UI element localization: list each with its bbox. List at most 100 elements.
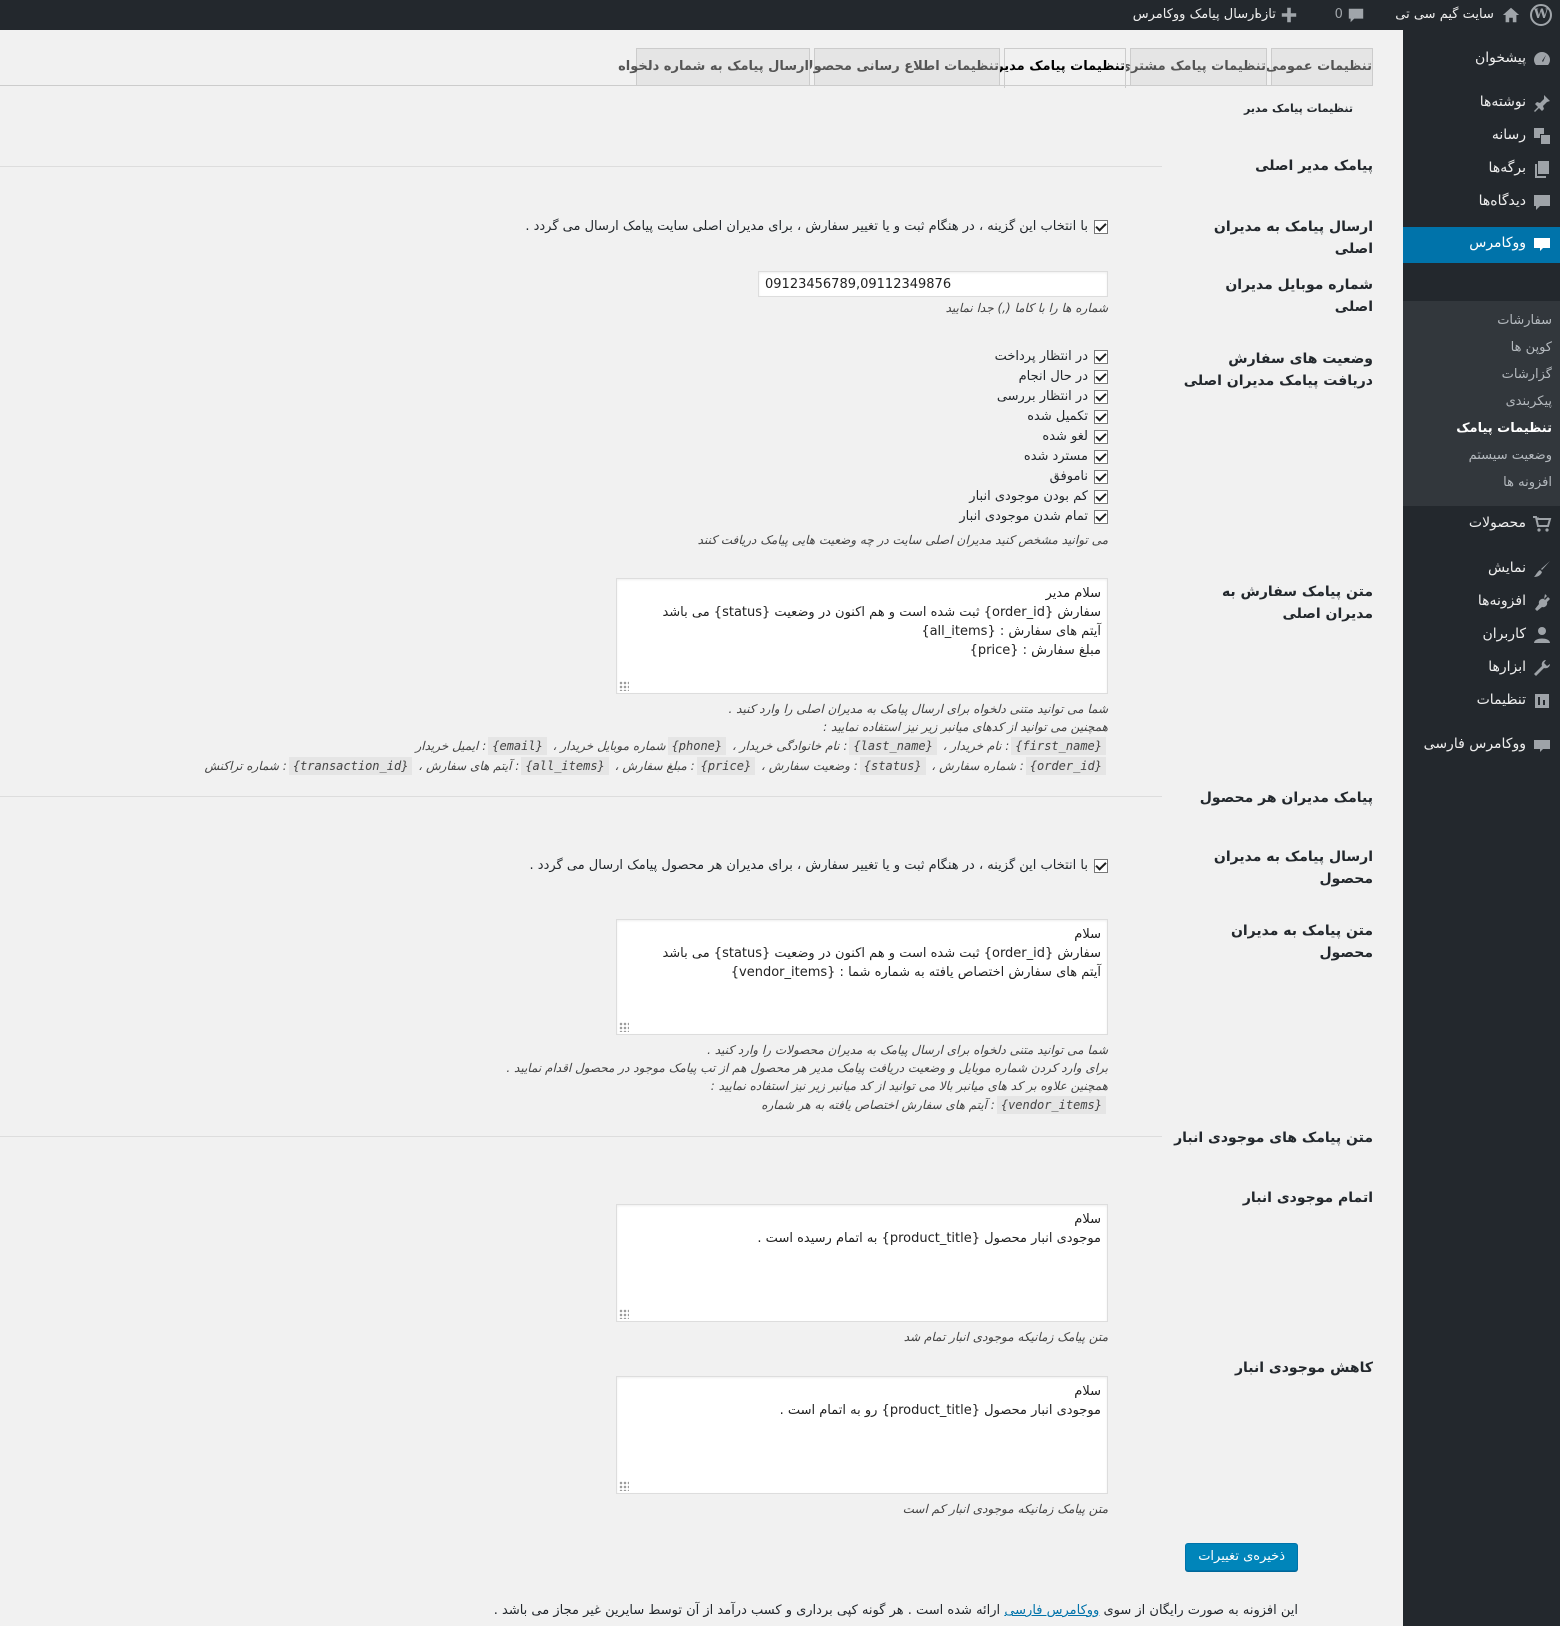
main-admin-text-textarea[interactable]: سلام مدیر سفارش {order_id} ثبت شده است و… — [616, 578, 1108, 694]
tab-customer-sms[interactable]: تنظیمات پیامک مشتری — [1119, 48, 1267, 86]
status-checkbox[interactable] — [1094, 429, 1108, 444]
submenu-extensions[interactable]: افزونه ها — [1503, 475, 1552, 490]
resize-handle[interactable] — [619, 1309, 629, 1319]
woocommerce-persian-link[interactable]: ووکامرس فارسی — [1004, 1603, 1099, 1618]
stock-out-textarea[interactable]: سلام موجودی انبار محصول {product_title} … — [616, 1204, 1108, 1322]
product-admin-help: شما می توانید متنی دلخواه برای ارسال پیا… — [707, 1043, 1108, 1057]
submenu-coupons[interactable]: کوپن ها — [1511, 340, 1552, 355]
status-checkbox[interactable] — [1094, 389, 1108, 404]
submenu-config[interactable]: پیکربندی — [1506, 394, 1552, 409]
save-button[interactable]: ذخیره‌ی تغییرات — [1185, 1543, 1298, 1571]
send-product-admin-checkbox[interactable] — [1094, 858, 1108, 873]
product-admin-text-label: متن پیامک به مدیران محصول — [1230, 923, 1373, 961]
status-option: تکمیل شده — [1027, 407, 1108, 427]
plus-icon — [1281, 7, 1297, 22]
new-content-link[interactable]: تازه — [1255, 0, 1298, 30]
submenu-reports[interactable]: گزارشات — [1502, 367, 1552, 382]
menu-pages[interactable]: برگه‌ها — [1403, 152, 1560, 186]
menu-tools[interactable]: ابزارها — [1403, 651, 1560, 685]
menu-appearance[interactable]: نمایش — [1403, 552, 1560, 586]
status-option: ناموفق — [1050, 467, 1108, 487]
status-help-text: می توانید مشخص کنید مدیران اصلی سایت در … — [697, 533, 1108, 547]
media-icon — [1534, 128, 1550, 144]
status-option: در انتظار پرداخت — [995, 347, 1108, 367]
comments-link[interactable]: 0 — [1335, 0, 1365, 30]
woo-fa-icon — [1534, 740, 1550, 752]
status-checkbox[interactable] — [1094, 409, 1108, 424]
resize-handle[interactable] — [619, 681, 629, 691]
product-admin-text-textarea[interactable]: سلام سفارش {order_id} ثبت شده است و هم ا… — [616, 919, 1108, 1035]
stock-section-title: متن پیامک های موجودی انبار — [1174, 1130, 1373, 1146]
shortcodes-line: {order_id}: شماره سفارش ، {status}: وضعی… — [204, 756, 1108, 776]
tab-general[interactable]: تنظیمات عمومی — [1266, 48, 1373, 86]
menu-woocommerce[interactable]: ووکامرس — [1395, 227, 1560, 263]
wordpress-logo-icon[interactable]: W — [1530, 4, 1552, 26]
page-title: تنظیمات پیامک مدیر — [1243, 102, 1353, 115]
status-checkbox[interactable] — [1094, 489, 1108, 504]
section-divider — [0, 166, 1162, 167]
shortcode: {last_name} — [849, 737, 937, 755]
home-icon — [1502, 7, 1520, 22]
main-content: تنظیمات عمومی تنظیمات پیامک مشتری تنظیما… — [0, 30, 1403, 1626]
status-checkbox[interactable] — [1094, 369, 1108, 384]
status-checkbox[interactable] — [1094, 449, 1108, 464]
resize-handle[interactable] — [619, 1022, 629, 1032]
menu-media[interactable]: رسانه — [1403, 119, 1560, 153]
pin-icon — [1534, 95, 1550, 112]
section-divider — [0, 796, 1162, 797]
product-admin-section-title: پیامک مدیران هر محصول — [1199, 790, 1373, 806]
send-product-admin-row: با انتخاب این گزینه ، در هنگام ثبت و یا … — [530, 856, 1108, 876]
menu-users[interactable]: کاربران — [1403, 618, 1560, 652]
menu-posts[interactable]: نوشته‌ها — [1403, 86, 1560, 120]
submenu-system-status[interactable]: وضعیت سیستم — [1469, 448, 1552, 463]
send-main-admin-label: ارسال پیامک به مدیران اصلی — [1213, 219, 1373, 257]
main-admin-mobile-label: شماره موبایل مدیران اصلی — [1225, 277, 1373, 315]
status-checkbox[interactable] — [1094, 349, 1108, 364]
status-option: کم بودن موجودی انبار — [969, 487, 1108, 507]
send-main-admin-row: با انتخاب این گزینه ، در هنگام ثبت و یا … — [525, 217, 1108, 237]
tab-custom-number[interactable]: ارسال پیامک به شماره دلخواه — [618, 48, 810, 86]
stock-out-help: متن پیامک زمانیکه موجودی انبار تمام شد — [903, 1330, 1108, 1344]
status-checkbox[interactable] — [1094, 509, 1108, 524]
send-product-admin-label: ارسال پیامک به مدیران محصول — [1213, 849, 1373, 887]
stock-low-label: کاهش موجودی انبار — [1234, 1360, 1373, 1376]
status-checkbox[interactable] — [1094, 469, 1108, 484]
shortcode: {price} — [696, 757, 756, 775]
shortcodes-intro: همچنین می توانید از کدهای میانبر زیر نیز… — [823, 720, 1108, 734]
menu-woocommerce-persian[interactable]: ووکامرس فارسی — [1403, 728, 1560, 762]
wrench-icon — [1534, 660, 1550, 676]
user-icon — [1534, 627, 1550, 643]
comment-bubble-icon — [1348, 8, 1364, 22]
plugin-icon — [1535, 594, 1550, 611]
resize-handle[interactable] — [619, 1481, 629, 1491]
stock-low-textarea[interactable]: سلام موجودی انبار محصول {product_title} … — [616, 1376, 1108, 1494]
stock-out-label: اتمام موجودی انبار — [1242, 1190, 1373, 1206]
shortcode: {phone} — [667, 737, 727, 755]
pages-icon — [1535, 161, 1549, 178]
mobile-help-text: شماره ها را با کاما (,) جدا نمایید — [945, 301, 1108, 315]
menu-products[interactable]: محصولات — [1403, 507, 1560, 541]
main-admin-mobile-input[interactable] — [758, 271, 1108, 297]
plugin-adminbar-link[interactable]: ارسال پیامک ووکامرس — [1133, 0, 1258, 30]
menu-comments[interactable]: دیدگاه‌ها — [1403, 185, 1560, 219]
send-main-admin-checkbox[interactable] — [1094, 219, 1108, 234]
shortcode: {order_id} — [1025, 757, 1106, 775]
submenu-orders[interactable]: سفارشات — [1497, 313, 1552, 328]
tab-product-notify[interactable]: تنظیمات اطلاع رسانی محصولات — [791, 48, 1000, 86]
shortcode: {status} — [859, 757, 926, 775]
menu-settings[interactable]: تنظیمات — [1403, 684, 1560, 718]
brush-icon — [1534, 561, 1550, 577]
status-option: در حال انجام — [1019, 367, 1108, 387]
main-admin-section-title: پیامک مدیر اصلی — [1255, 158, 1373, 174]
submenu-sms-settings[interactable]: تنظیمات پیامک — [1456, 421, 1552, 436]
woo-icon — [1534, 238, 1550, 251]
menu-plugins[interactable]: افزونه‌ها — [1403, 585, 1560, 619]
tab-admin-sms[interactable]: تنظیمات پیامک مدیر — [996, 48, 1126, 88]
main-admin-text-label: متن پیامک سفارش به مدیران اصلی — [1221, 584, 1373, 622]
menu-dashboard[interactable]: پیشخوان — [1403, 42, 1560, 76]
shortcodes-line: {vendor_items}: آیتم های سفارش اختصاص یا… — [761, 1095, 1108, 1115]
dashboard-icon — [1534, 52, 1550, 65]
status-option: در انتظار بررسی — [997, 387, 1108, 407]
shortcode: {email} — [488, 737, 547, 755]
site-name-link[interactable]: سایت گیم سی تی — [1395, 0, 1520, 30]
